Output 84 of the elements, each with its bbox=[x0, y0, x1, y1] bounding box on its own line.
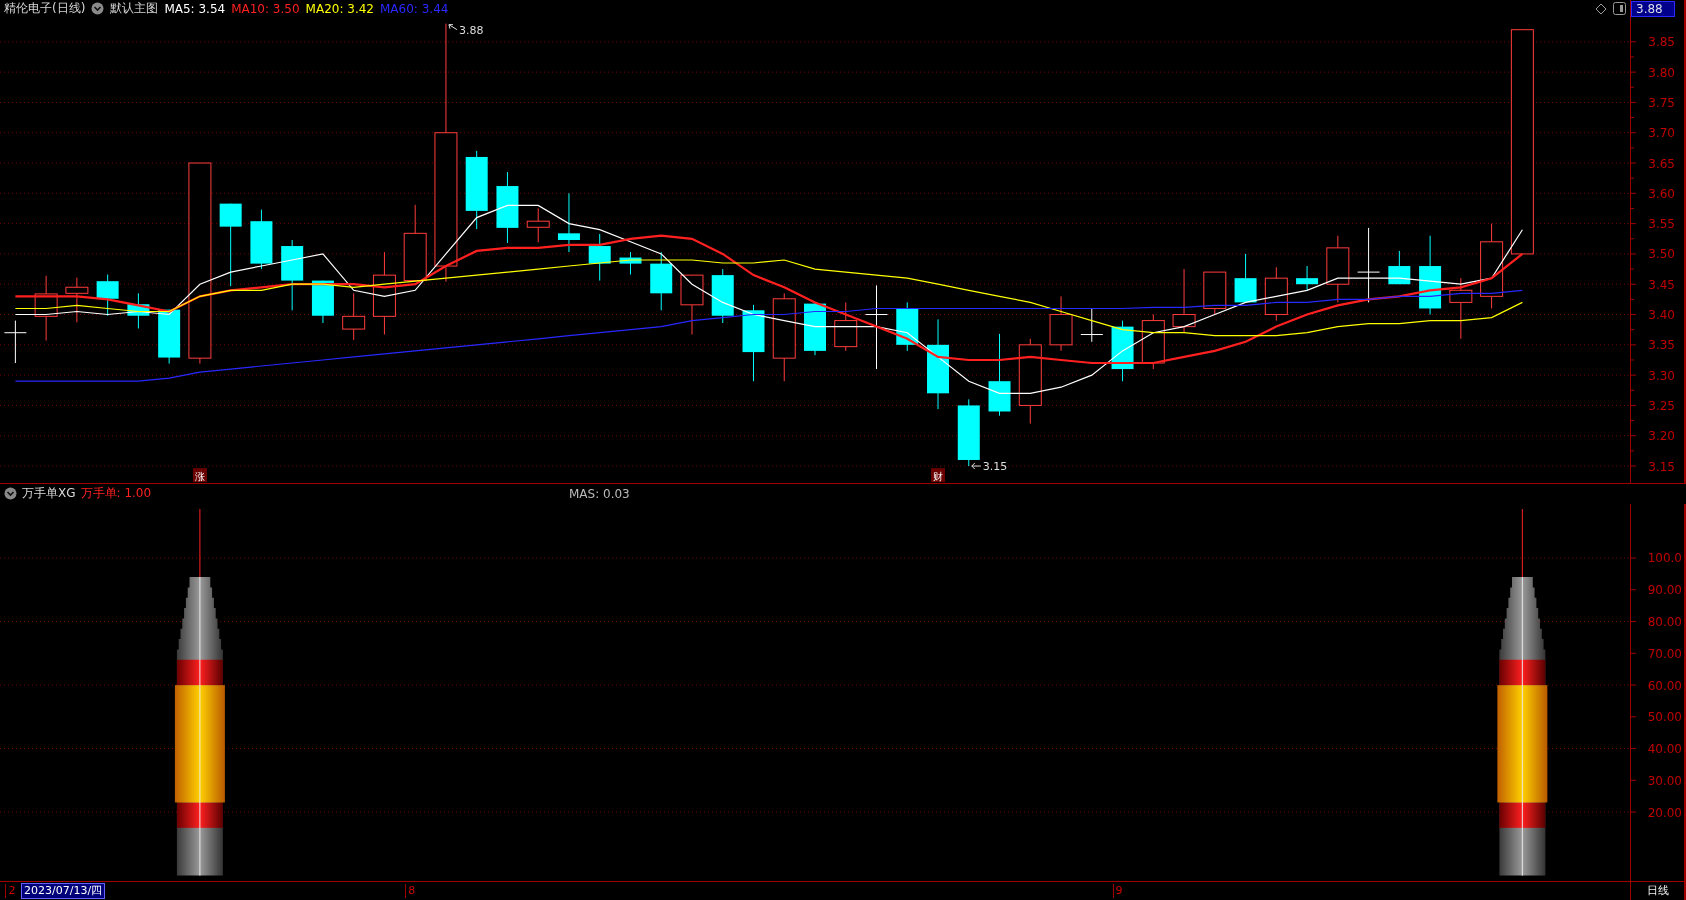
price-axis-label: 3.50 bbox=[1648, 246, 1675, 261]
candle bbox=[1049, 295, 1073, 351]
candle bbox=[342, 292, 366, 340]
candle bbox=[1449, 277, 1473, 339]
value-axis-label: 70.00 bbox=[1647, 646, 1682, 661]
value-axis-label: 30.00 bbox=[1647, 773, 1682, 788]
price-axis-label: 3.65 bbox=[1648, 156, 1675, 171]
value-axis-label: 80.00 bbox=[1647, 614, 1682, 629]
value-axis-label: 20.00 bbox=[1647, 805, 1682, 820]
candle bbox=[619, 251, 642, 275]
low-price-label: 3.15 bbox=[982, 459, 1008, 473]
candle bbox=[127, 292, 150, 329]
price-axis-label: 3.15 bbox=[1648, 459, 1675, 474]
event-tag-background bbox=[931, 467, 945, 482]
moving-average-value: MA60: 3.44 bbox=[380, 1, 449, 16]
price-axis-label: 3.70 bbox=[1648, 125, 1675, 140]
candle bbox=[1172, 268, 1196, 333]
moving-average-value: MA10: 3.50 bbox=[231, 1, 300, 16]
candle bbox=[804, 301, 826, 356]
price-axis-label: 3.75 bbox=[1648, 95, 1675, 110]
value-axis-label: 60.00 bbox=[1647, 678, 1682, 693]
period-label[interactable]: 日线 bbox=[1646, 883, 1669, 899]
moving-average-value: MA20: 3.42 bbox=[305, 1, 374, 16]
current-price-badge: 3.88 bbox=[1631, 0, 1675, 17]
date-tooltip: 2023/07/13/四 bbox=[21, 882, 106, 899]
panel-toggle-icon[interactable] bbox=[1613, 2, 1626, 16]
candle bbox=[526, 207, 550, 243]
chevron-down-icon[interactable] bbox=[91, 2, 105, 16]
candle bbox=[650, 251, 673, 311]
candle bbox=[96, 273, 119, 316]
arrow-icon bbox=[448, 23, 458, 30]
candle bbox=[1141, 313, 1165, 370]
month-label: 8 bbox=[405, 883, 416, 898]
value-axis-label: 90.00 bbox=[1647, 582, 1682, 597]
mas-value: MAS: 0.03 bbox=[569, 486, 630, 501]
arrow-icon bbox=[971, 462, 982, 470]
indicator-value: 万手单: 1.00 bbox=[80, 485, 152, 502]
event-tag[interactable]: 涨 bbox=[194, 470, 205, 482]
indicator-title: 万手单XG bbox=[22, 485, 76, 502]
price-axis-label: 3.30 bbox=[1648, 368, 1675, 383]
candle bbox=[65, 276, 89, 323]
month-label: 2 bbox=[5, 883, 16, 898]
candle bbox=[1234, 252, 1257, 303]
price-axis-label: 3.25 bbox=[1648, 398, 1675, 413]
price-axis-label: 3.45 bbox=[1648, 277, 1675, 292]
candle bbox=[34, 274, 58, 341]
event-tag-background bbox=[192, 467, 207, 482]
candle bbox=[1326, 234, 1350, 303]
price-axis-label: 3.40 bbox=[1648, 307, 1675, 322]
diamond-icon[interactable] bbox=[1595, 2, 1607, 15]
value-axis-label: 40.00 bbox=[1647, 741, 1682, 756]
candle bbox=[557, 192, 580, 253]
candle bbox=[1203, 271, 1227, 315]
price-axis-label: 3.35 bbox=[1648, 337, 1675, 352]
candle bbox=[957, 398, 980, 467]
candle bbox=[1264, 266, 1288, 321]
candle bbox=[896, 301, 919, 351]
candle bbox=[588, 232, 611, 281]
high-price-label: 3.88 bbox=[458, 23, 484, 37]
price-axis-label: 3.60 bbox=[1648, 186, 1675, 201]
chevron-down-icon[interactable] bbox=[4, 487, 17, 500]
candle bbox=[311, 279, 334, 324]
stock-title: 精伦电子(日线) bbox=[4, 0, 86, 18]
candle bbox=[158, 308, 181, 364]
template-name[interactable]: 默认主图 bbox=[110, 0, 159, 18]
candle bbox=[711, 268, 734, 324]
candle bbox=[1111, 319, 1134, 382]
price-axis-label: 3.20 bbox=[1648, 428, 1675, 443]
candle bbox=[281, 239, 304, 311]
price-axis-label: 3.55 bbox=[1648, 216, 1675, 231]
value-axis-label: 50.00 bbox=[1647, 709, 1682, 724]
candle bbox=[680, 274, 704, 335]
price-axis-label: 3.80 bbox=[1648, 65, 1675, 80]
value-axis-label: 100.0 bbox=[1647, 551, 1682, 565]
month-label: 9 bbox=[1112, 883, 1123, 898]
moving-average-value: MA5: 3.54 bbox=[164, 1, 226, 16]
candle bbox=[1388, 249, 1411, 285]
candle bbox=[250, 208, 273, 270]
candle bbox=[1296, 265, 1319, 291]
candle bbox=[834, 301, 858, 351]
candle bbox=[3, 319, 27, 363]
candle bbox=[1080, 307, 1104, 342]
event-tag[interactable]: 财 bbox=[933, 470, 943, 482]
price-axis-label: 3.85 bbox=[1648, 34, 1675, 49]
